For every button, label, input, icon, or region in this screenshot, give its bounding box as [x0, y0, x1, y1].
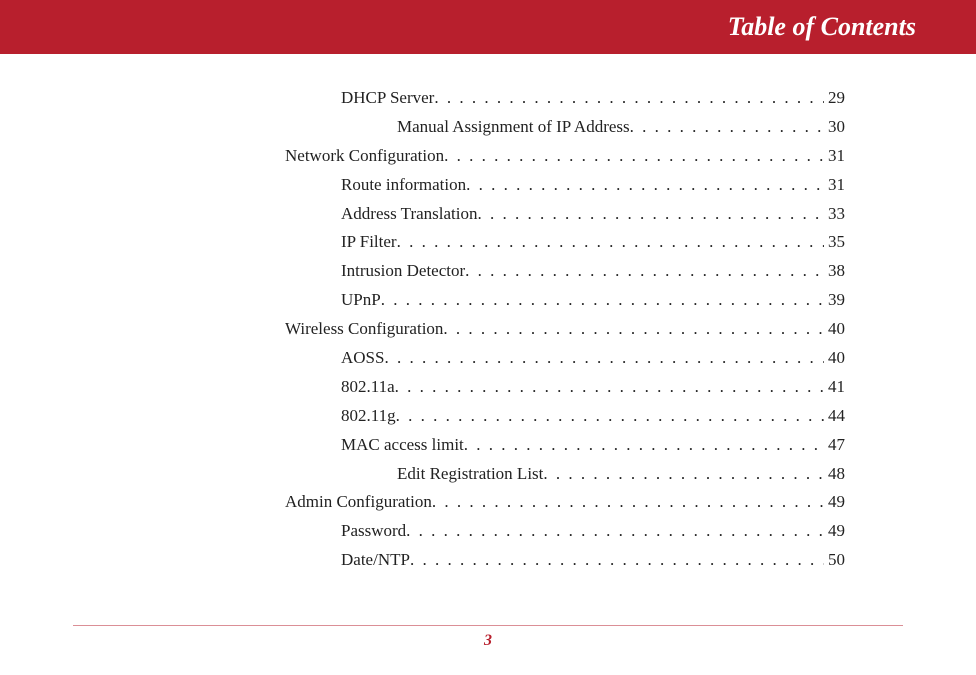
- toc-row: Intrusion Detector 38: [285, 257, 845, 286]
- toc-entry-page: 30: [824, 113, 845, 142]
- toc-entry-title: Network Configuration: [285, 142, 444, 171]
- page-title: Table of Contents: [728, 12, 916, 42]
- document-page: Table of Contents DHCP Server29Manual As…: [0, 0, 976, 675]
- toc-entry-page: 38: [824, 257, 845, 286]
- toc-leader-dots: [466, 171, 824, 200]
- toc-entry-title: DHCP Server: [341, 84, 434, 113]
- toc-entry-page: 39: [824, 286, 845, 315]
- toc-leader-dots: [384, 344, 824, 373]
- toc-entry-title: Admin Configuration: [285, 488, 432, 517]
- toc-entry-page: 31: [824, 171, 845, 200]
- toc-leader-dots: [406, 517, 824, 546]
- footer-divider: [73, 625, 903, 626]
- toc-row: Edit Registration List 48: [285, 460, 845, 489]
- toc-row: Admin Configuration 49: [285, 488, 845, 517]
- toc-entry-page: 50: [824, 546, 845, 575]
- toc-entry-page: 40: [824, 315, 845, 344]
- toc-entry-title: 802.11g: [341, 402, 396, 431]
- toc-leader-dots: [397, 228, 824, 257]
- toc-leader-dots: [444, 142, 824, 171]
- toc-entry-title: Edit Registration List: [397, 460, 543, 489]
- toc-entry-page: 48: [824, 460, 845, 489]
- toc-entry-page: 35: [824, 228, 845, 257]
- toc-entry-page: 29: [824, 84, 845, 113]
- toc-entry-title: IP Filter: [341, 228, 397, 257]
- toc-row: AOSS 40: [285, 344, 845, 373]
- toc-leader-dots: [432, 488, 824, 517]
- toc-row: Manual Assignment of IP Address 30: [285, 113, 845, 142]
- toc-entry-page: 49: [824, 517, 845, 546]
- toc-row: 802.11a 41: [285, 373, 845, 402]
- toc-entry-title: 802.11a: [341, 373, 395, 402]
- toc-entry-title: Address Translation: [341, 200, 477, 229]
- table-of-contents: DHCP Server29Manual Assignment of IP Add…: [285, 84, 845, 575]
- toc-entry-title: Date/NTP: [341, 546, 410, 575]
- toc-row: Wireless Configuration 40: [285, 315, 845, 344]
- toc-row: Route information 31: [285, 171, 845, 200]
- toc-row: UPnP 39: [285, 286, 845, 315]
- toc-entry-page: 31: [824, 142, 845, 171]
- toc-entry-title: Route information: [341, 171, 466, 200]
- toc-row: DHCP Server 29: [285, 84, 845, 113]
- toc-leader-dots: [465, 257, 824, 286]
- toc-leader-dots: [464, 431, 824, 460]
- toc-row: Address Translation 33: [285, 200, 845, 229]
- toc-row: IP Filter 35: [285, 228, 845, 257]
- toc-entry-title: Intrusion Detector: [341, 257, 465, 286]
- toc-row: MAC access limit 47: [285, 431, 845, 460]
- toc-leader-dots: [410, 546, 824, 575]
- toc-entry-title: Manual Assignment of IP Address: [397, 113, 630, 142]
- toc-leader-dots: [477, 200, 824, 229]
- toc-row: Network Configuration 31: [285, 142, 845, 171]
- toc-entry-page: 33: [824, 200, 845, 229]
- toc-leader-dots: [443, 315, 824, 344]
- toc-leader-dots: [543, 460, 824, 489]
- toc-entry-title: Password: [341, 517, 406, 546]
- toc-leader-dots: [434, 84, 824, 113]
- toc-row: 802.11g 44: [285, 402, 845, 431]
- toc-entry-page: 40: [824, 344, 845, 373]
- toc-entry-page: 41: [824, 373, 845, 402]
- toc-entry-page: 44: [824, 402, 845, 431]
- toc-entry-title: AOSS: [341, 344, 384, 373]
- toc-entry-title: Wireless Configuration: [285, 315, 443, 344]
- toc-entry-title: MAC access limit: [341, 431, 464, 460]
- page-number: 3: [484, 632, 492, 649]
- header-bar: Table of Contents: [0, 0, 976, 54]
- toc-leader-dots: [630, 113, 824, 142]
- toc-leader-dots: [396, 402, 824, 431]
- toc-entry-page: 47: [824, 431, 845, 460]
- toc-entry-page: 49: [824, 488, 845, 517]
- toc-entry-title: UPnP: [341, 286, 381, 315]
- toc-row: Password 49: [285, 517, 845, 546]
- toc-leader-dots: [381, 286, 824, 315]
- footer: 3: [0, 625, 976, 650]
- toc-row: Date/NTP 50: [285, 546, 845, 575]
- toc-leader-dots: [395, 373, 824, 402]
